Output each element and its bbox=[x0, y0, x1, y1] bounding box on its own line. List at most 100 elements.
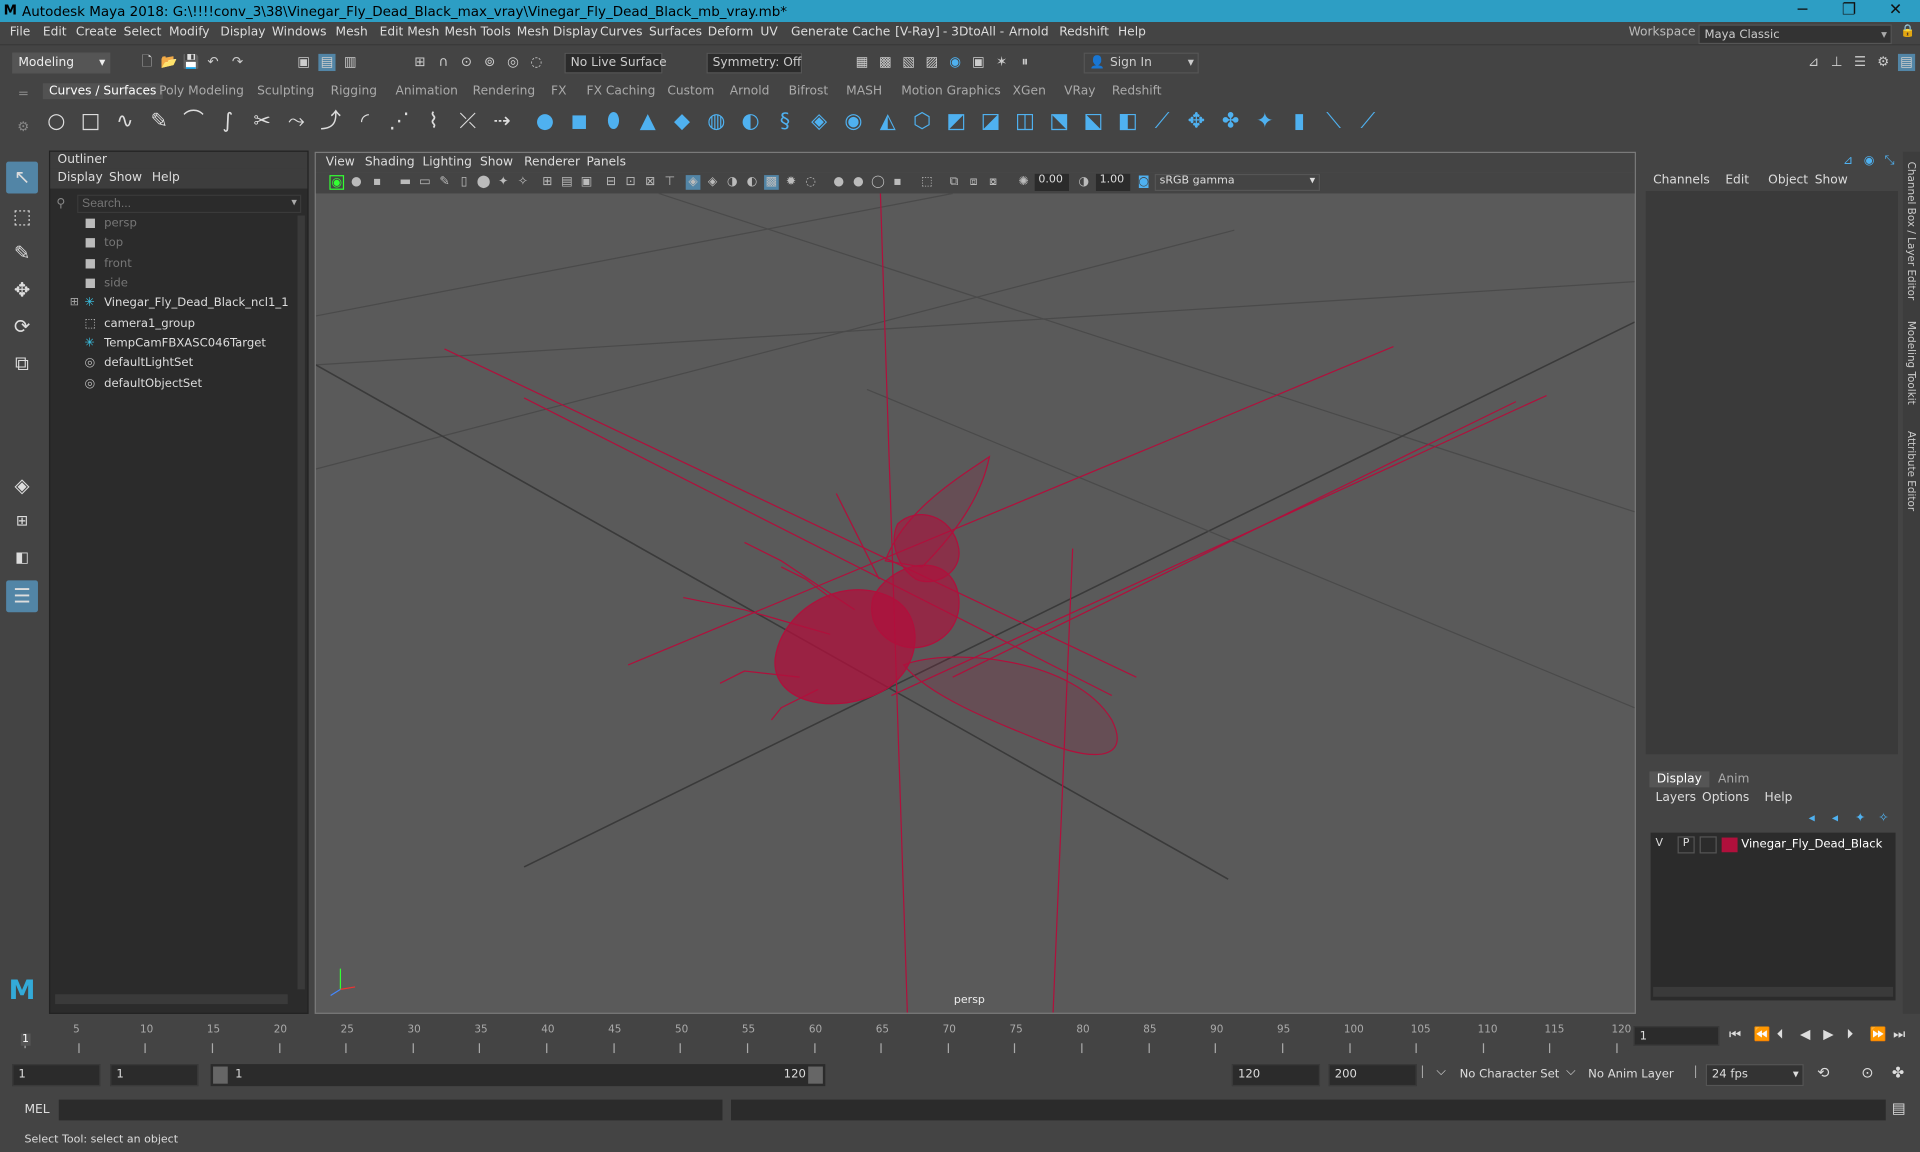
menu-cache[interactable]: Cache bbox=[852, 26, 890, 39]
menu-mesh-tools[interactable]: Mesh Tools bbox=[444, 26, 510, 39]
shelf-tab-rigging[interactable]: Rigging bbox=[331, 84, 377, 97]
play-backwards-icon[interactable]: ◀ bbox=[1800, 1026, 1810, 1042]
select-tool-icon[interactable]: ↖ bbox=[6, 161, 38, 194]
minimize-button[interactable]: ─ bbox=[1790, 1, 1814, 19]
menu-create[interactable]: Create bbox=[76, 26, 117, 39]
nurbs-torus-icon[interactable]: ◍ bbox=[704, 109, 728, 133]
pause-icon[interactable]: ⏸ bbox=[1016, 54, 1033, 71]
extrude-icon[interactable]: ◉ bbox=[841, 109, 865, 133]
square-surface-icon[interactable]: ◩ bbox=[944, 109, 968, 133]
shelf-tab-fx-caching[interactable]: FX Caching bbox=[587, 84, 656, 97]
menu-surfaces[interactable]: Surfaces bbox=[649, 26, 702, 39]
anim-icon[interactable]: ◉ bbox=[1864, 154, 1875, 167]
new-layer-selected-icon[interactable]: ✧ bbox=[1878, 812, 1888, 825]
snap-grid-icon[interactable]: ⊞ bbox=[411, 54, 428, 71]
step-forward-frame-icon[interactable]: ⏵ bbox=[1847, 1026, 1854, 1043]
2d-pan-zoom-icon[interactable]: ▭ bbox=[418, 175, 433, 190]
exposure-field[interactable]: 0.00 bbox=[1034, 173, 1069, 192]
live-surface-field[interactable]: No Live Surface bbox=[564, 52, 667, 74]
lasso-tool-icon[interactable]: ⬚ bbox=[6, 201, 38, 233]
play-forwards-icon[interactable]: ▶ bbox=[1823, 1026, 1833, 1042]
outliner-menu-show[interactable]: Show bbox=[109, 171, 142, 184]
script-language-toggle[interactable]: MEL bbox=[24, 1103, 49, 1116]
channelbox-menu-show[interactable]: Show bbox=[1815, 174, 1848, 187]
textured-icon[interactable]: ⊤ bbox=[662, 175, 677, 190]
menu-edit[interactable]: Edit bbox=[43, 26, 67, 39]
shelf-tab-redshift[interactable]: Redshift bbox=[1112, 84, 1162, 97]
xray-joints-icon[interactable]: ✹ bbox=[784, 175, 799, 190]
four-view-layout-icon[interactable]: ⊞ bbox=[6, 504, 38, 536]
planar-icon[interactable]: ◈ bbox=[807, 109, 831, 133]
menu-vray[interactable]: [V-Ray] bbox=[895, 26, 940, 39]
shelf-tab-animation[interactable]: Animation bbox=[396, 84, 458, 97]
auto-key-icon[interactable]: ⊙ bbox=[1861, 1064, 1873, 1081]
layer-playback-toggle[interactable]: P bbox=[1677, 836, 1695, 854]
color-management-icon[interactable]: ◙ bbox=[1136, 175, 1151, 190]
viewport-menu-shading[interactable]: Shading bbox=[365, 156, 415, 169]
outliner-hscrollbar[interactable] bbox=[55, 994, 288, 1005]
channelbox-menu-edit[interactable]: Edit bbox=[1725, 174, 1749, 187]
animation-end-field[interactable]: 200 bbox=[1328, 1064, 1417, 1087]
shadows-icon[interactable]: ◐ bbox=[744, 175, 759, 190]
anim-layer-dropdown[interactable]: No Anim Layer bbox=[1588, 1068, 1674, 1081]
menu-display[interactable]: Display bbox=[220, 26, 265, 39]
single-perspective-layout-icon[interactable]: ◈ bbox=[6, 470, 38, 502]
playback-end-field[interactable]: 120 bbox=[1231, 1064, 1321, 1087]
layers-menu-options[interactable]: Options bbox=[1702, 791, 1749, 804]
shelf-tab-motion-graphics[interactable]: Motion Graphics bbox=[901, 84, 1000, 97]
layout-icon[interactable]: ⊿ bbox=[1843, 154, 1853, 167]
safe-title-icon[interactable]: ▣ bbox=[579, 175, 594, 190]
detach-surfaces-icon[interactable]: ✥ bbox=[1184, 109, 1208, 133]
tab-attribute-editor[interactable]: Attribute Editor bbox=[1904, 431, 1916, 511]
ambient-occlusion-icon[interactable]: ● bbox=[831, 175, 846, 190]
shelf-options-icon[interactable]: ⚙ bbox=[15, 119, 32, 136]
wireframe-icon[interactable]: ⊟ bbox=[604, 175, 619, 190]
bookmark-icon[interactable]: ▪ bbox=[370, 175, 385, 190]
trim-curve-icon[interactable]: ⤫ bbox=[456, 109, 480, 133]
animation-preferences-icon[interactable]: ✤ bbox=[1892, 1064, 1904, 1081]
outliner-layout-icon[interactable]: ☰ bbox=[6, 580, 38, 613]
tab-modeling-toolkit[interactable]: Modeling Toolkit bbox=[1904, 321, 1916, 405]
menu-file[interactable]: File bbox=[10, 26, 30, 39]
snap-point-icon[interactable]: ⊙ bbox=[458, 54, 475, 71]
chevron-down-icon[interactable]: ▾ bbox=[291, 197, 297, 209]
menu-mesh[interactable]: Mesh bbox=[336, 26, 368, 39]
xray-components-icon[interactable]: ◌ bbox=[803, 175, 818, 190]
expand-icon[interactable]: ⊞ bbox=[70, 296, 79, 308]
layers-menu-layers[interactable]: Layers bbox=[1656, 791, 1697, 804]
modeling-toolkit-icon[interactable]: ⊿ bbox=[1805, 54, 1822, 71]
shelf-tab-poly-modeling[interactable]: Poly Modeling bbox=[159, 84, 244, 97]
channel-list[interactable] bbox=[1645, 191, 1898, 755]
trim-tool-icon[interactable]: ⬕ bbox=[1081, 109, 1105, 133]
shelf-tab-rendering[interactable]: Rendering bbox=[473, 84, 536, 97]
move-layer-up-icon[interactable]: ◂ bbox=[1809, 812, 1815, 825]
menu-windows[interactable]: Windows bbox=[272, 26, 327, 39]
untrim-icon[interactable]: ◧ bbox=[1116, 109, 1140, 133]
snap-curve-icon[interactable]: ∩ bbox=[435, 54, 452, 71]
playback-start-field[interactable]: 1 bbox=[110, 1064, 199, 1087]
menu-redshift[interactable]: Redshift bbox=[1059, 26, 1109, 39]
use-default-material-icon[interactable]: ◈ bbox=[685, 175, 701, 190]
step-forward-key-icon[interactable]: ⏩ bbox=[1870, 1026, 1887, 1042]
shelf-tab-arnold[interactable]: Arnold bbox=[730, 84, 770, 97]
hypergraph-icon[interactable]: ⊥ bbox=[1828, 54, 1845, 71]
current-time-marker[interactable]: 1 bbox=[20, 1033, 31, 1046]
viewport-scene[interactable] bbox=[315, 193, 1635, 1013]
image-plane-icon[interactable]: ▬ bbox=[398, 175, 413, 190]
shelf-menu-icon[interactable]: ═ bbox=[15, 86, 32, 103]
ipr-render-icon[interactable]: ▧ bbox=[900, 54, 917, 71]
go-to-start-icon[interactable]: ⏮ bbox=[1729, 1026, 1741, 1043]
curve-intersect-icon[interactable]: ✂ bbox=[250, 109, 274, 133]
menu-curves[interactable]: Curves bbox=[600, 26, 643, 39]
channel-box-icon[interactable]: ▤ bbox=[1897, 53, 1916, 72]
lights-icon[interactable]: ◑ bbox=[725, 175, 740, 190]
snap-bone-icon[interactable]: ◌ bbox=[528, 54, 545, 71]
new-scene-icon[interactable]: 🗋 bbox=[138, 54, 155, 71]
nurbs-cube-icon[interactable]: ◼ bbox=[567, 109, 591, 133]
menu-mesh-display[interactable]: Mesh Display bbox=[517, 26, 598, 39]
range-bar[interactable]: 1 120 bbox=[210, 1064, 826, 1087]
attach-surfaces-icon[interactable]: ⟋ bbox=[1150, 109, 1174, 133]
attach-curves-icon[interactable]: ⤳ bbox=[284, 109, 308, 133]
snap-surface-icon[interactable]: ◎ bbox=[504, 54, 521, 71]
outliner-item-default-object-set[interactable]: ◎ defaultObjectSet bbox=[84, 377, 202, 397]
